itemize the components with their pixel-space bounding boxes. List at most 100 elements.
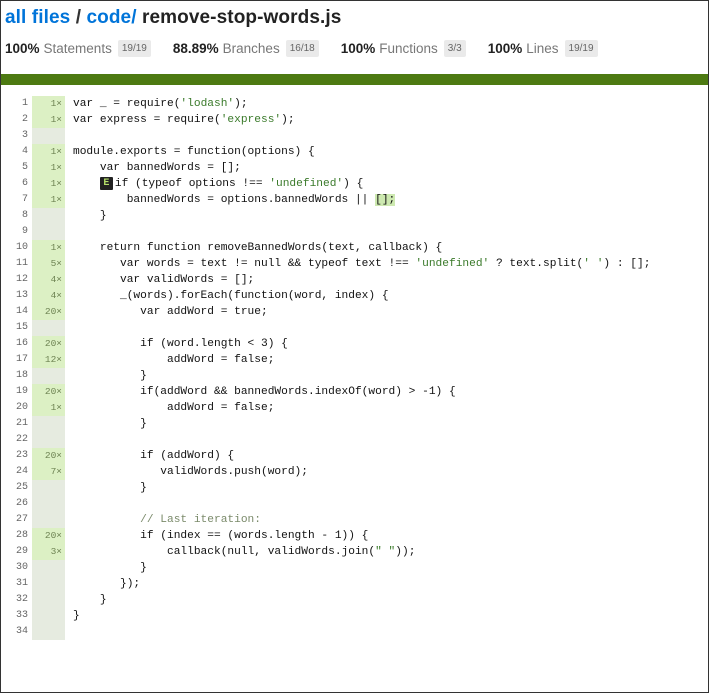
line-number[interactable]: 10 [1,240,32,256]
line-number[interactable]: 32 [1,592,32,608]
code-line: 29 3× callback(null, validWords.join(" ")… [1,544,708,560]
report-header: all files / code/ remove-stop-words.js 1… [1,7,708,57]
source-code: var _ = require('lodash'); [73,98,248,110]
stat-pct: 88.89% [172,41,219,56]
line-number[interactable]: 28 [1,528,32,544]
stat-pct: 100% [340,41,376,56]
line-number[interactable]: 34 [1,624,32,640]
line-number[interactable]: 17 [1,352,32,368]
line-number[interactable]: 9 [1,224,32,240]
line-number[interactable]: 12 [1,272,32,288]
line-number[interactable]: 11 [1,256,32,272]
source-code: callback(null, validWords.join(" ")); [73,546,416,558]
line-number[interactable]: 24 [1,464,32,480]
stat-branches: 88.89% Branches 16/18 [173,40,319,57]
code-line: 27 // Last iteration: [1,512,708,528]
line-number[interactable]: 30 [1,560,32,576]
hit-count: 20× [32,448,65,464]
hit-count: 1× [32,176,65,192]
line-number[interactable]: 23 [1,448,32,464]
line-number[interactable]: 22 [1,432,32,448]
breadcrumb-code-link[interactable]: code/ [86,7,136,28]
hit-count [32,432,65,448]
line-number[interactable]: 7 [1,192,32,208]
code-line: 25 } [1,480,708,496]
code-line: 20 1× addWord = false; [1,400,708,416]
hit-count: 4× [32,272,65,288]
breadcrumb-file-name: remove-stop-words.js [141,7,342,28]
stat-label: Functions [379,41,438,56]
line-number[interactable]: 4 [1,144,32,160]
line-number[interactable]: 25 [1,480,32,496]
hit-count: 12× [32,352,65,368]
line-number[interactable]: 15 [1,320,32,336]
hit-count [32,592,65,608]
line-number[interactable]: 20 [1,400,32,416]
source-code: var addWord = true; [73,306,268,318]
line-number[interactable]: 8 [1,208,32,224]
line-number[interactable]: 19 [1,384,32,400]
code-line: 4 1× module.exports = function(options) { [1,144,708,160]
line-number[interactable]: 18 [1,368,32,384]
hit-count: 20× [32,384,65,400]
hit-count: 20× [32,336,65,352]
source-code: addWord = false; [73,402,275,414]
line-number[interactable]: 26 [1,496,32,512]
stat-fraction-badge: 19/19 [564,40,598,57]
stat-label: Lines [526,41,559,56]
coverage-summary: 100% Statements 19/19 88.89% Branches 16… [5,40,704,57]
line-number[interactable]: 2 [1,112,32,128]
source-code: var bannedWords = []; [73,162,241,174]
source-code: var express = require('express'); [73,114,295,126]
code-line: 26 [1,496,708,512]
hit-count [32,496,65,512]
line-number[interactable]: 14 [1,304,32,320]
source-code: } [73,418,147,430]
hit-count: 1× [32,144,65,160]
stat-functions: 100% Functions 3/3 [341,40,466,57]
source-code: Eif (typeof options !== 'undefined') { [65,176,363,192]
code-line: 14 20× var addWord = true; [1,304,708,320]
line-number[interactable]: 6 [1,176,32,192]
line-number[interactable]: 21 [1,416,32,432]
source-code: var validWords = []; [73,274,255,286]
line-number[interactable]: 3 [1,128,32,144]
hit-count [32,512,65,528]
source-code: bannedWords = options.bannedWords || []; [73,194,396,206]
code-line: 33} [1,608,708,624]
source-code: } [73,610,80,622]
source-code: if (addWord) { [73,450,235,462]
source-code [65,224,73,240]
hit-count [32,320,65,336]
line-number[interactable]: 5 [1,160,32,176]
breadcrumb-all-files-link[interactable]: all files [5,7,70,28]
code-line: 18 } [1,368,708,384]
code-line: 8 } [1,208,708,224]
code-line: 31 }); [1,576,708,592]
code-line: 2 1× var express = require('express'); [1,112,708,128]
line-number[interactable]: 27 [1,512,32,528]
hit-count: 7× [32,464,65,480]
hit-count [32,560,65,576]
line-number[interactable]: 33 [1,608,32,624]
code-line: 34 [1,624,708,640]
hit-count: 1× [32,240,65,256]
line-number[interactable]: 13 [1,288,32,304]
line-number[interactable]: 1 [1,96,32,112]
code-line: 17 12× addWord = false; [1,352,708,368]
code-line: 32 } [1,592,708,608]
code-line: 3 [1,128,708,144]
source-code [65,432,73,448]
source-code: } [73,370,147,382]
source-code [65,496,73,512]
hit-count: 1× [32,112,65,128]
code-line: 13 4× _(words).forEach(function(word, ind… [1,288,708,304]
code-line: 10 1× return function removeBannedWords(t… [1,240,708,256]
uncovered-branch-highlight: []; [375,194,396,206]
line-number[interactable]: 29 [1,544,32,560]
source-code: } [73,482,147,494]
line-number[interactable]: 31 [1,576,32,592]
coverage-report: all files / code/ remove-stop-words.js 1… [0,0,709,693]
source-code: var words = text != null && typeof text … [73,258,651,270]
line-number[interactable]: 16 [1,336,32,352]
